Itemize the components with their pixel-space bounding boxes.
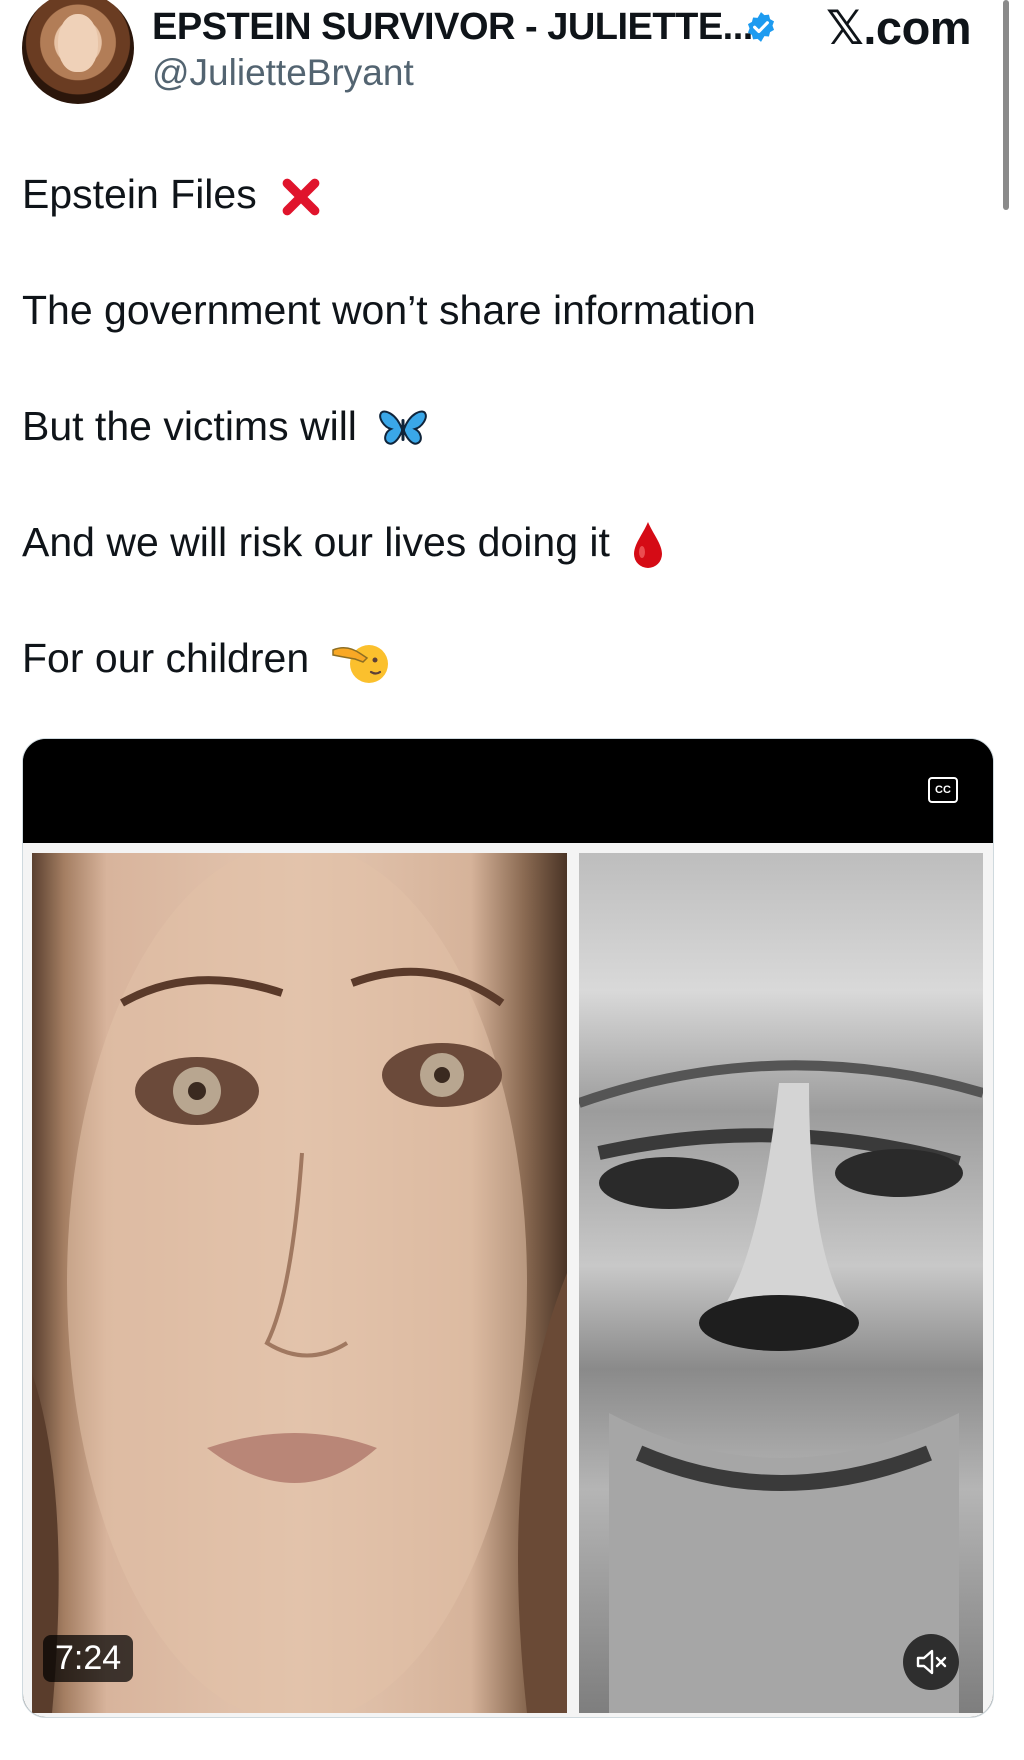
video-top-bar: CC <box>23 739 993 843</box>
video-frame[interactable]: 7:24 <box>23 843 993 1717</box>
video-duration-badge: 7:24 <box>43 1635 134 1682</box>
author-display-name[interactable]: EPSTEIN SURVIVOR - JULIETTE... <box>152 6 753 49</box>
tweet-line-3-text: But the victims will <box>22 403 357 449</box>
woman-portrait-drawing <box>32 853 567 1713</box>
tweet-line-1-text: Epstein Files <box>22 171 257 217</box>
avatar-face <box>58 14 98 72</box>
saluting-face-icon <box>331 645 388 684</box>
tweet-header: EPSTEIN SURVIVOR - JULIETTE... @Juliette… <box>0 0 1024 120</box>
tweet-line-4-text: And we will risk our lives doing it <box>22 519 610 565</box>
tweet-line-5-text: For our children <box>22 635 310 681</box>
butterfly-icon <box>379 410 428 445</box>
tweet-line-2: The government won’t share information <box>22 286 756 334</box>
tweet-line-2-text: The government won’t share information <box>22 287 756 333</box>
closed-captions-button[interactable]: CC <box>928 777 958 803</box>
drop-of-blood-icon <box>634 522 663 569</box>
scrollbar[interactable] <box>1003 0 1009 210</box>
woman-portrait-image <box>32 853 567 1713</box>
speaker-muted-icon <box>916 1649 947 1675</box>
man-portrait-image <box>579 853 983 1713</box>
cross-mark-icon <box>282 178 320 216</box>
video-player[interactable]: CC 7:24 <box>22 738 994 1718</box>
man-portrait-drawing <box>579 1060 983 1713</box>
verified-badge-icon <box>747 12 775 42</box>
tweet-line-4: And we will risk our lives doing it <box>22 518 665 570</box>
author-avatar[interactable] <box>22 0 134 104</box>
tweet-line-5: For our children <box>22 634 389 686</box>
unmute-button[interactable] <box>903 1634 959 1690</box>
tweet-line-1: Epstein Files <box>22 170 324 220</box>
x-com-logo: 𝕏.com <box>826 1 972 54</box>
author-handle[interactable]: @JulietteBryant <box>152 52 414 94</box>
tweet-line-3: But the victims will <box>22 402 428 451</box>
